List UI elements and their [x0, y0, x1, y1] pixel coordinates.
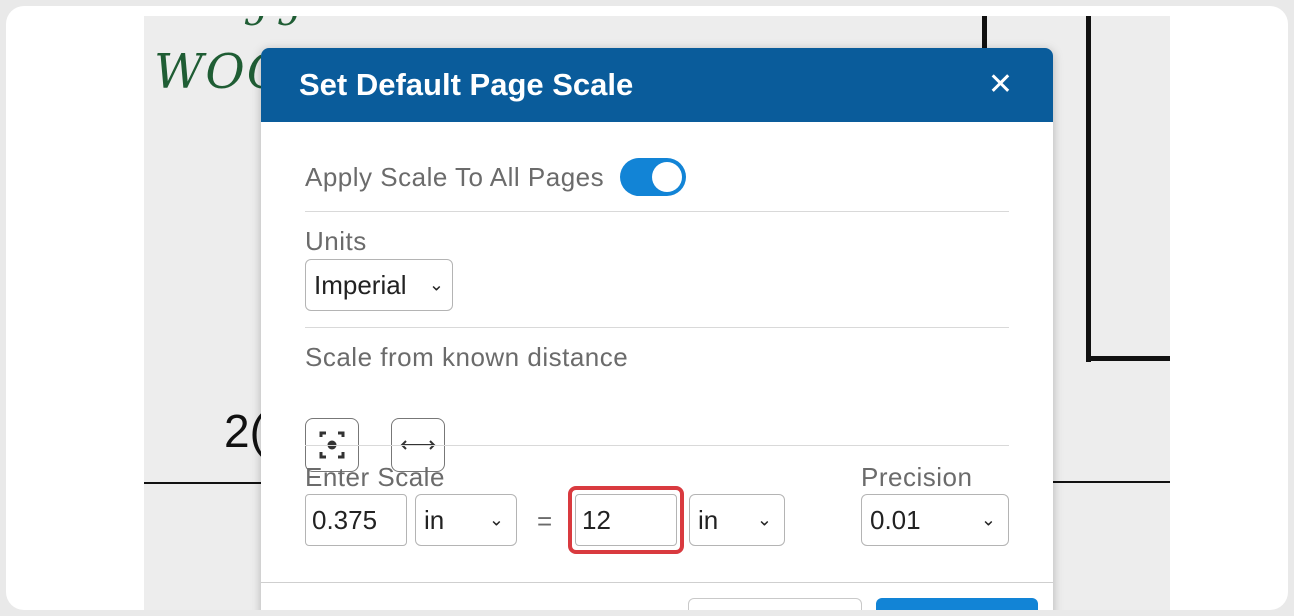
- sketch-number: 2(: [224, 405, 265, 457]
- units-value: Imperial: [314, 269, 407, 300]
- dialog-title: Set Default Page Scale: [299, 67, 634, 102]
- apply-all-toggle[interactable]: [620, 158, 687, 196]
- known-distance-label: Scale from known distance: [305, 342, 629, 372]
- divider: [305, 327, 1009, 328]
- precision-value: 0.01: [870, 504, 921, 535]
- scale-right-input[interactable]: 12: [575, 494, 677, 546]
- drawing-line: [1086, 16, 1091, 362]
- footer-divider: [261, 582, 1053, 583]
- scale-dialog: Set Default Page Scale ✕ Apply Scale To …: [261, 48, 1053, 610]
- divider: [305, 211, 1009, 212]
- chevron-down-icon: ⌄: [428, 274, 444, 295]
- scale-left-unit-select[interactable]: in ⌄: [415, 494, 517, 546]
- cancel-button[interactable]: [688, 598, 862, 610]
- toggle-knob: [652, 162, 683, 192]
- scale-right-unit-select[interactable]: in ⌄: [689, 494, 785, 546]
- scale-left-unit-value: in: [424, 504, 445, 535]
- units-select[interactable]: Imperial ⌄: [305, 259, 453, 311]
- divider: [305, 445, 1009, 446]
- units-label: Units: [305, 226, 367, 256]
- precision-select[interactable]: 0.01 ⌄: [861, 494, 1009, 546]
- enter-scale-label: Enter Scale: [305, 462, 445, 492]
- apply-all-row: Apply Scale To All Pages: [305, 158, 687, 196]
- drawing-line: [1053, 481, 1170, 483]
- chevron-down-icon: ⌄: [980, 509, 996, 530]
- close-icon[interactable]: ✕: [988, 70, 1013, 100]
- sketch-fragment-top: ɔ ɔ: [244, 16, 299, 34]
- ok-button[interactable]: [876, 598, 1038, 610]
- chevron-down-icon: ⌄: [756, 509, 772, 530]
- drawing-line: [1086, 356, 1170, 361]
- screenshot-frame: ɔ ɔ WOC 2( Set Default Page Scale ✕ Appl…: [6, 6, 1288, 610]
- scale-right-value: 12: [582, 504, 611, 535]
- equals-sign: =: [537, 506, 553, 536]
- scale-left-input[interactable]: 0.375: [305, 494, 407, 546]
- scale-left-value: 0.375: [312, 504, 378, 535]
- scale-right-unit-value: in: [698, 504, 719, 535]
- precision-label: Precision: [861, 462, 973, 492]
- apply-all-label: Apply Scale To All Pages: [305, 161, 605, 192]
- dialog-header: Set Default Page Scale ✕: [261, 48, 1053, 122]
- chevron-down-icon: ⌄: [488, 509, 504, 530]
- drawing-line: [144, 482, 264, 484]
